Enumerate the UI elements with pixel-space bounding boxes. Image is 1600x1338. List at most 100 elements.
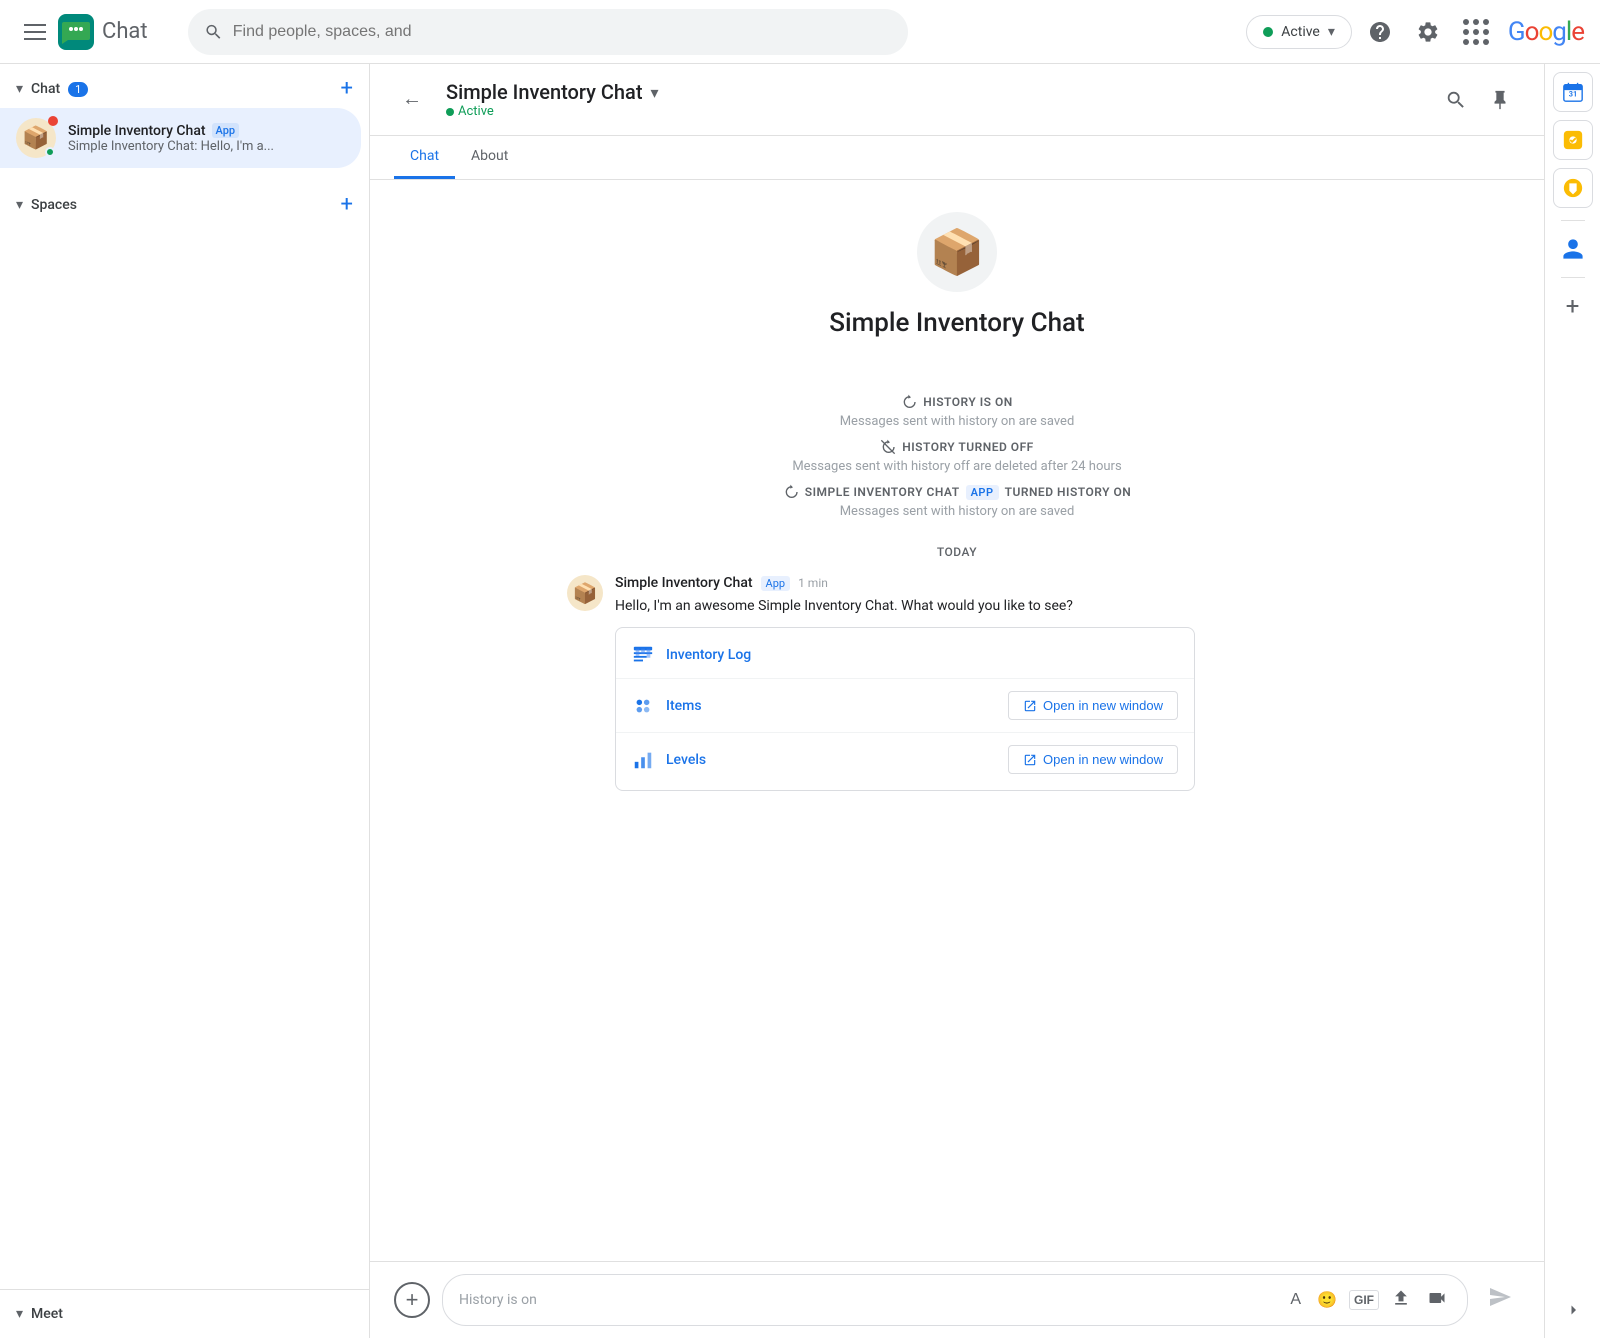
today-divider: TODAY xyxy=(937,545,977,559)
spaces-section-header[interactable]: ▾ Spaces + xyxy=(0,180,369,224)
bot-avatar-large: 📦 xyxy=(917,212,997,292)
msg-body: Simple Inventory Chat App 1 min Hello, I… xyxy=(615,575,1347,791)
send-button[interactable] xyxy=(1480,1277,1520,1323)
msg-header: Simple Inventory Chat App 1 min xyxy=(615,575,1347,591)
header-active-dot xyxy=(446,108,454,116)
format-text-button[interactable]: A xyxy=(1286,1287,1305,1313)
calendar-icon: 31 xyxy=(1562,81,1584,103)
chat-logo-icon xyxy=(58,14,94,50)
chat-header-name-row: Simple Inventory Chat ▾ xyxy=(446,80,1436,104)
search-bar[interactable] xyxy=(188,9,908,55)
tab-chat[interactable]: Chat xyxy=(394,136,455,179)
msg-avatar: 📦 xyxy=(567,575,603,611)
pin-icon xyxy=(1489,89,1511,111)
chevron-down-icon: ▾ xyxy=(16,81,23,97)
chat-header-name: Simple Inventory Chat xyxy=(446,80,643,104)
hamburger-menu[interactable] xyxy=(16,16,54,48)
chat-add-button[interactable]: + xyxy=(341,78,353,100)
send-icon xyxy=(1488,1285,1512,1309)
spaces-add-button[interactable]: + xyxy=(341,194,353,216)
history-on-again-icon xyxy=(783,484,799,500)
chat-item-preview: Simple Inventory Chat: Hello, I'm a... xyxy=(68,139,345,154)
right-tasks-button[interactable] xyxy=(1553,120,1593,160)
app-logo: Chat xyxy=(58,14,148,50)
msg-time: 1 min xyxy=(798,576,828,590)
header-active-text: Active xyxy=(458,104,494,119)
inventory-log-icon xyxy=(632,644,654,666)
right-contacts-button[interactable] xyxy=(1553,229,1593,269)
settings-button[interactable] xyxy=(1408,12,1448,52)
input-actions: A 🙂 GIF xyxy=(1286,1284,1451,1317)
active-label: Active xyxy=(1281,24,1320,40)
items-open-btn[interactable]: Open in new window xyxy=(1008,691,1178,720)
upload-button[interactable] xyxy=(1387,1284,1415,1317)
pin-button[interactable] xyxy=(1480,80,1520,120)
video-button[interactable] xyxy=(1423,1284,1451,1317)
app-name: Chat xyxy=(102,19,148,44)
apps-button[interactable] xyxy=(1456,12,1496,52)
history-on-again-suffix: TURNED HISTORY ON xyxy=(1005,485,1132,499)
chat-item-name: Simple Inventory Chat xyxy=(68,123,206,139)
message-input-area: + History is on A 🙂 GIF xyxy=(370,1261,1544,1338)
video-icon xyxy=(1427,1288,1447,1308)
chat-section-header[interactable]: ▾ Chat 1 + xyxy=(0,64,369,108)
right-divider xyxy=(1561,220,1585,221)
open-new-window-icon-levels xyxy=(1023,753,1037,767)
right-keep-button[interactable] xyxy=(1553,168,1593,208)
message-input-box[interactable]: History is on A 🙂 GIF xyxy=(442,1274,1468,1326)
spaces-label: Spaces xyxy=(31,197,77,213)
chat-badge: 1 xyxy=(68,82,88,97)
active-dot xyxy=(1263,27,1273,37)
msg-text: Hello, I'm an awesome Simple Inventory C… xyxy=(615,595,1347,617)
right-calendar-button[interactable]: 31 xyxy=(1553,72,1593,112)
right-expand-button[interactable] xyxy=(1553,1290,1593,1330)
history-off-title-row: HISTORY TURNED OFF xyxy=(607,439,1307,455)
levels-label[interactable]: Levels xyxy=(666,752,706,768)
tasks-icon xyxy=(1562,129,1584,151)
search-icon xyxy=(204,22,223,42)
search-input[interactable] xyxy=(233,23,892,41)
right-sidebar: 31 + xyxy=(1544,64,1600,1338)
keep-icon xyxy=(1562,177,1584,199)
inventory-log-label[interactable]: Inventory Log xyxy=(666,647,751,663)
levels-open-label: Open in new window xyxy=(1043,752,1163,767)
grid-icon xyxy=(1463,19,1489,45)
items-label[interactable]: Items xyxy=(666,698,702,714)
history-on-title-row: HISTORY IS ON xyxy=(607,394,1307,410)
history-on-again-title-row: SIMPLE INVENTORY CHAT APP TURNED HISTORY… xyxy=(607,484,1307,500)
spaces-chevron-icon: ▾ xyxy=(16,197,23,213)
help-icon xyxy=(1368,20,1392,44)
history-on-subtitle: Messages sent with history on are saved xyxy=(607,414,1307,429)
right-add-button[interactable]: + xyxy=(1553,286,1593,326)
chat-header-info: Simple Inventory Chat ▾ Active xyxy=(446,80,1436,119)
help-button[interactable] xyxy=(1360,12,1400,52)
history-on-again-notice: SIMPLE INVENTORY CHAT APP TURNED HISTORY… xyxy=(607,484,1307,519)
card-row-items: Items Open in new window xyxy=(616,679,1194,733)
back-button[interactable]: ← xyxy=(394,80,430,119)
gif-button[interactable]: GIF xyxy=(1349,1290,1379,1310)
chat-label: Chat xyxy=(31,81,60,97)
tab-about[interactable]: About xyxy=(455,136,524,179)
add-content-button[interactable]: + xyxy=(394,1282,430,1318)
card-left-inventory: Inventory Log xyxy=(632,644,751,666)
search-chat-button[interactable] xyxy=(1436,80,1476,120)
messages-area: 📦 Simple Inventory Chat HISTORY IS ON Me… xyxy=(370,180,1544,1261)
history-off-subtitle: Messages sent with history off are delet… xyxy=(607,459,1307,474)
card-left-items: Items xyxy=(632,695,702,717)
chat-tabs: Chat About xyxy=(370,136,1544,180)
upload-icon xyxy=(1391,1288,1411,1308)
google-logo: Google xyxy=(1508,17,1584,47)
history-on-again-subtitle: Messages sent with history on are saved xyxy=(607,504,1307,519)
active-status-button[interactable]: Active ▾ xyxy=(1246,15,1352,49)
msg-sender: Simple Inventory Chat xyxy=(615,575,753,591)
chat-item-name-row: Simple Inventory Chat App xyxy=(68,123,345,139)
main-layout: ▾ Chat 1 + 📦 Simple Inventory Chat App S… xyxy=(0,64,1600,1338)
emoji-button[interactable]: 🙂 xyxy=(1313,1286,1341,1314)
right-divider-2 xyxy=(1561,277,1585,278)
message-card: Inventory Log xyxy=(615,627,1195,791)
chat-item-simple-inventory[interactable]: 📦 Simple Inventory Chat App Simple Inven… xyxy=(0,108,361,168)
card-left-levels: Levels xyxy=(632,749,706,771)
chat-header-dropdown-icon[interactable]: ▾ xyxy=(651,83,659,102)
levels-open-btn[interactable]: Open in new window xyxy=(1008,745,1178,774)
chat-header: ← Simple Inventory Chat ▾ Active xyxy=(370,64,1544,136)
